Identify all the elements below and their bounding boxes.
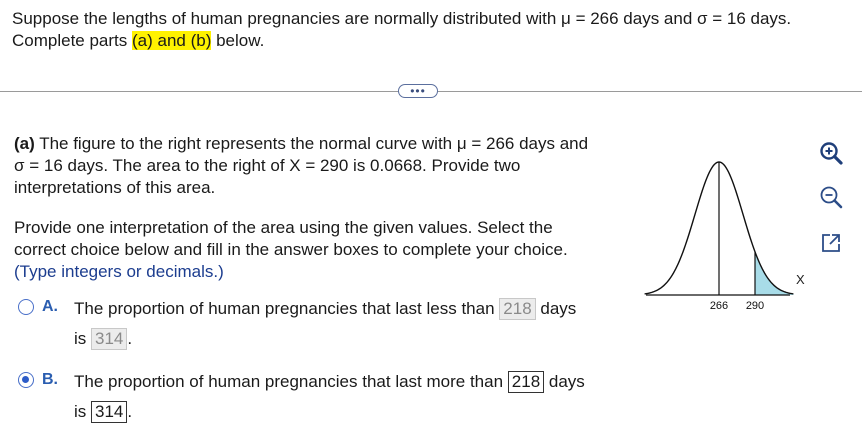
tick-label-x: 290 (746, 300, 764, 312)
option-b-text: The proportion of human pregnancies that… (74, 372, 504, 391)
instructions-line-1: Provide one interpretation of the area u… (14, 218, 553, 237)
part-a-text-1: The figure to the right represents the n… (34, 134, 589, 153)
part-a-label: (a) (14, 134, 35, 153)
option-a-answer-box-1[interactable]: 218 (499, 298, 536, 320)
option-a-radio[interactable] (18, 299, 34, 315)
option-b-days: days (548, 372, 585, 391)
option-a-answer-box-2[interactable]: 314 (91, 328, 128, 350)
option-b-answer-box-2[interactable]: 314 (91, 401, 128, 423)
instructions-line-2: correct choice below and fill in the ans… (14, 240, 568, 259)
question-line-2-post: below. (211, 31, 265, 50)
question-line-2-pre: Complete parts (12, 31, 132, 50)
option-a-line-2: is 314. (74, 328, 132, 350)
option-a-period: . (127, 329, 133, 348)
option-a-letter: A. (42, 298, 58, 315)
part-a-line-2: σ = 16 days. The area to the right of X … (14, 156, 521, 175)
question-line-1: Suppose the lengths of human pregnancies… (12, 9, 792, 28)
option-a-line-1: The proportion of human pregnancies that… (74, 298, 576, 320)
axis-label-x: X (796, 272, 805, 287)
zoom-out-icon[interactable] (818, 184, 844, 210)
zoom-in-icon[interactable] (818, 140, 844, 166)
tick-label-mean: 266 (710, 300, 728, 312)
option-b-line-1: The proportion of human pregnancies that… (74, 371, 585, 393)
option-a-text: The proportion of human pregnancies that… (74, 299, 495, 318)
question-parts-highlight: (a) and (b) (132, 31, 212, 50)
option-a-is: is (74, 329, 87, 348)
option-b-answer-box-1[interactable]: 218 (507, 371, 545, 393)
option-b-is: is (74, 402, 87, 421)
question-line-2: Complete parts (a) and (b) below. (12, 30, 264, 52)
normal-curve-figure: 266 290 X (644, 161, 805, 312)
shaded-right-tail (755, 251, 794, 295)
option-b-line-2: is 314. (74, 401, 132, 423)
option-b-letter: B. (42, 371, 58, 388)
expand-button[interactable]: ••• (398, 84, 438, 98)
option-a-days: days (540, 299, 577, 318)
pop-out-icon[interactable] (818, 230, 844, 256)
part-a-line-3: interpretations of this area. (14, 178, 216, 197)
option-b-period: . (127, 402, 133, 421)
option-b-radio[interactable] (18, 372, 34, 388)
part-a-line-1: (a) The figure to the right represents t… (14, 133, 588, 155)
instructions-hint: (Type integers or decimals.) (14, 262, 224, 281)
